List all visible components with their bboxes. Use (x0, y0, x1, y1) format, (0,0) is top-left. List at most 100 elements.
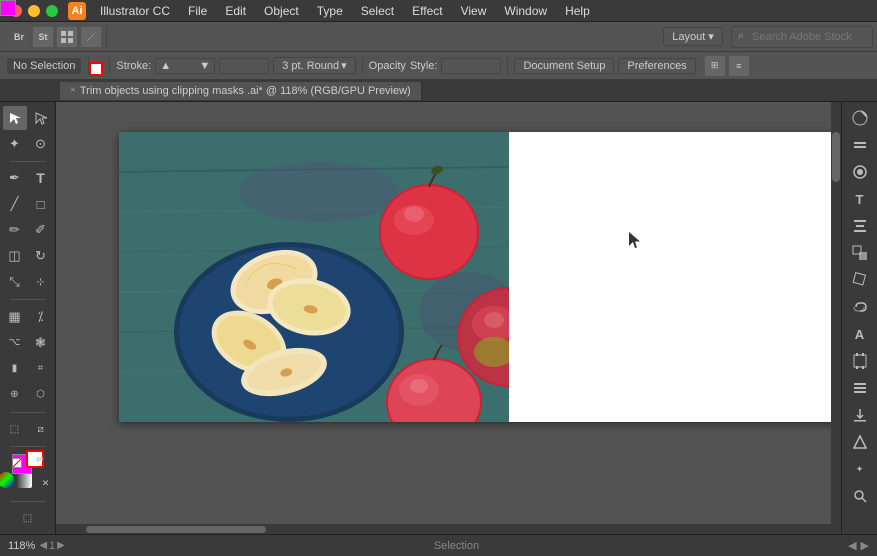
menu-effect[interactable]: Effect (404, 2, 450, 20)
nav-arrows: ◀ ▶ (848, 539, 869, 552)
gradient-swatch-icon[interactable] (16, 472, 32, 488)
appearance-panel-button[interactable] (848, 160, 872, 184)
menu-window[interactable]: Window (496, 2, 555, 20)
scale-tool[interactable]: ⤡ (3, 270, 27, 294)
symbol-tool[interactable]: ❃ (29, 331, 53, 355)
artboard-tool[interactable]: ⬚ (3, 417, 27, 441)
v-scroll-thumb[interactable] (832, 132, 840, 182)
menu-file[interactable]: File (180, 2, 215, 20)
selection-tool[interactable] (3, 106, 27, 130)
type-panel-button[interactable]: A (848, 322, 872, 346)
canvas-svg (119, 132, 509, 422)
pathfinder-panel-button[interactable] (848, 241, 872, 265)
line-tool[interactable]: ╱ (3, 192, 27, 216)
menu-illustrator[interactable]: Illustrator CC (92, 2, 178, 20)
fill-stroke-selector: ⇌ (10, 454, 46, 468)
menu-items: Illustrator CC File Edit Object Type Sel… (92, 2, 598, 20)
toolbar-collapse-icon[interactable]: ≡ (728, 55, 750, 77)
mesh-tool[interactable]: ⌗ (29, 357, 53, 381)
app-icon: Ai (68, 2, 86, 20)
rotate-tool[interactable]: ↻ (29, 244, 53, 268)
paintbrush-tool[interactable]: ✏ (3, 218, 27, 242)
preferences-button[interactable]: Preferences (618, 58, 695, 74)
stroke-options-button[interactable]: 3 pt. Round ▾ (273, 57, 355, 74)
left-toolbar: ✦ ⊙ ✒ T ╱ □ ✏ ✐ ◫ ↻ ⤡ ⊹ ▦ ⁒ ⌥ (0, 102, 56, 534)
menu-help[interactable]: Help (557, 2, 598, 20)
style-dropdown[interactable] (441, 58, 501, 74)
canvas-cursor (629, 232, 643, 253)
swap-colors-icon[interactable]: ⇌ (36, 454, 44, 465)
tab-close-icon[interactable]: × (70, 85, 76, 96)
shape-builder-tool[interactable]: ⊕ (3, 383, 27, 407)
rect-tool[interactable]: □ (29, 192, 53, 216)
br-icon[interactable]: Br (8, 26, 30, 48)
none-swatch-icon[interactable]: ✕ (34, 472, 58, 496)
nav-prev-button[interactable]: ◀ (848, 539, 856, 552)
library-panel-button[interactable] (848, 430, 872, 454)
pen-icon[interactable] (80, 26, 102, 48)
graph-tool[interactable]: ▮ (3, 357, 27, 381)
nav-next-button[interactable]: ▶ (861, 539, 869, 552)
pencil-tool[interactable]: ✐ (29, 218, 53, 242)
layout-button[interactable]: Layout ▾ (663, 27, 723, 46)
canvas-area[interactable] (56, 102, 841, 534)
stroke-color-swatch[interactable] (89, 62, 103, 76)
grid-icon[interactable] (56, 26, 78, 48)
pen-tool[interactable]: ✒ (3, 166, 27, 190)
maximize-button[interactable] (46, 5, 58, 17)
menu-select[interactable]: Select (353, 2, 402, 20)
canvas-background (56, 102, 841, 534)
links-panel-button[interactable] (848, 295, 872, 319)
screen-mode-icon[interactable]: ⬚ (16, 506, 40, 530)
live-paint-tool[interactable]: ⬡ (29, 383, 53, 407)
blend-tool[interactable]: ⌥ (3, 331, 27, 355)
menu-object[interactable]: Object (256, 2, 307, 20)
transform-panel-button[interactable] (848, 268, 872, 292)
zoom-prev-button[interactable]: ◀ (39, 540, 47, 552)
zoom-next-button[interactable]: ▶ (57, 540, 65, 552)
menu-view[interactable]: View (453, 2, 495, 20)
search-panel-button[interactable] (848, 484, 872, 508)
slice-tool[interactable]: ⧄ (29, 417, 53, 441)
menu-edit[interactable]: Edit (217, 2, 254, 20)
tab-bar: × Trim objects using clipping masks .ai*… (0, 80, 877, 102)
right-panel: T A ✦ (841, 102, 877, 534)
fill-color-swatch[interactable] (0, 0, 16, 16)
artboard[interactable] (119, 132, 841, 422)
asset-export-button[interactable] (848, 403, 872, 427)
menu-type[interactable]: Type (309, 2, 351, 20)
stroke-panel-button[interactable] (848, 133, 872, 157)
selection-tools (3, 106, 53, 130)
color-mode-icon[interactable] (0, 472, 14, 488)
ai-panel-button[interactable]: ✦ (848, 457, 872, 481)
magic-wand-tool[interactable]: ✦ (3, 132, 27, 156)
layers-panel-button[interactable] (848, 376, 872, 400)
puppet-tool[interactable]: ⊹ (29, 270, 53, 294)
none-color-icon[interactable] (12, 458, 22, 468)
lasso-tool[interactable]: ⊙ (29, 132, 53, 156)
artboard-panel-button[interactable] (848, 349, 872, 373)
status-center: Selection (65, 540, 848, 552)
minimize-button[interactable] (28, 5, 40, 17)
artboard-white-area (509, 132, 841, 422)
document-setup-button[interactable]: Document Setup (514, 58, 614, 74)
main-layout: ✦ ⊙ ✒ T ╱ □ ✏ ✐ ◫ ↻ ⤡ ⊹ ▦ ⁒ ⌥ (0, 102, 877, 534)
align-panel-button[interactable] (848, 214, 872, 238)
toolbar-options-icon[interactable]: ⊞ (704, 55, 726, 77)
eraser-tool[interactable]: ◫ (3, 244, 27, 268)
direct-selection-tool[interactable] (29, 106, 53, 130)
zoom-control: 118% ◀ 1 ▶ (8, 540, 65, 552)
gradient-tool[interactable]: ▦ (3, 305, 27, 329)
type-tool[interactable]: T (29, 166, 53, 190)
h-scroll-thumb[interactable] (86, 526, 266, 533)
text-panel-button[interactable]: T (848, 187, 872, 211)
h-scrollbar[interactable] (56, 524, 831, 534)
v-scrollbar[interactable] (831, 102, 841, 534)
document-tab[interactable]: × Trim objects using clipping masks .ai*… (60, 82, 422, 100)
color-panel-button[interactable] (848, 106, 872, 130)
status-bar: 118% ◀ 1 ▶ Selection ◀ ▶ (0, 534, 877, 556)
search-input[interactable] (746, 29, 866, 45)
stroke-width-input[interactable]: ▲ ▼ (155, 58, 215, 74)
st-icon[interactable]: St (32, 26, 54, 48)
eyedropper-tool[interactable]: ⁒ (29, 305, 53, 329)
